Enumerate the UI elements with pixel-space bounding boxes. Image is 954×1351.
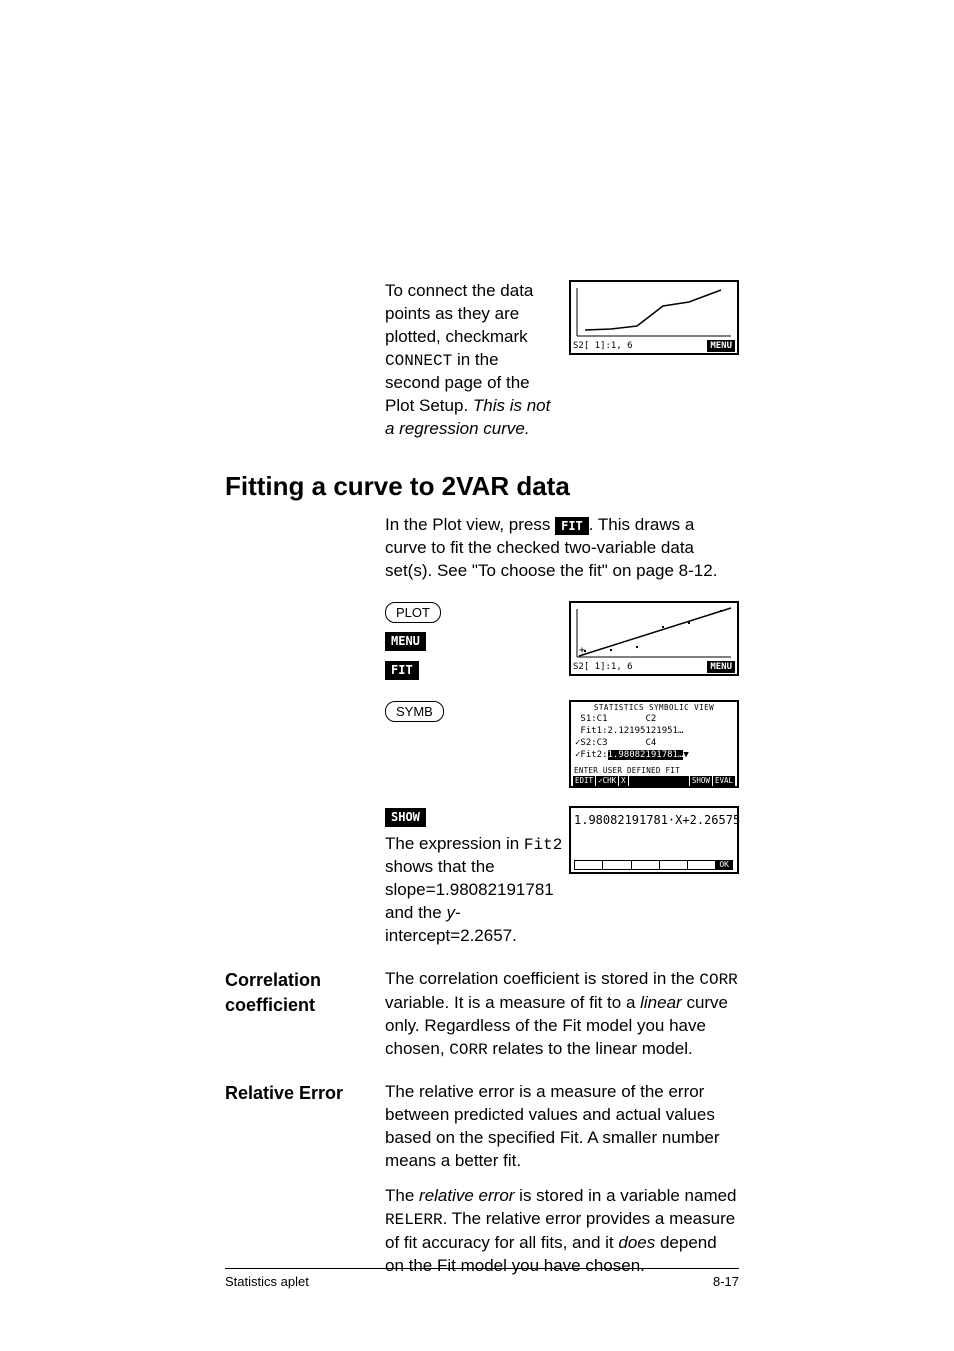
connect-paragraph: To connect the data points as they are p… (385, 280, 557, 441)
menu-softkey: MENU (707, 661, 735, 673)
text: The correlation coefficient is stored in… (385, 969, 699, 988)
softkey: X (619, 776, 628, 786)
text: ▼ (683, 750, 688, 760)
text: The (385, 1186, 419, 1205)
text: is stored in a variable named (514, 1186, 736, 1205)
screen-menubar: OK (575, 860, 733, 870)
y-italic: y (446, 903, 455, 922)
softkey: SHOW (690, 776, 712, 786)
does-italic: does (618, 1233, 655, 1252)
corr-code: CORR (699, 971, 737, 989)
plot-screen-fit: + S2[ 1]:1, 6 MENU (569, 601, 739, 676)
blank-softkey (659, 860, 688, 870)
symb-line: Fit1:2.12195121951… (571, 725, 737, 737)
fit2-code: Fit2 (524, 836, 562, 854)
blank-softkey (602, 860, 631, 870)
blank-softkey (574, 860, 603, 870)
show-softkey-icon: SHOW (385, 808, 426, 826)
screen-title: STATISTICS SYMBOLIC VIEW (571, 702, 737, 713)
page-footer: Statistics aplet 8-17 (225, 1268, 739, 1291)
correlation-body: The correlation coefficient is stored in… (385, 968, 739, 1061)
fit-softkey-icon: FIT (555, 517, 589, 535)
text: The expression in (385, 834, 524, 853)
text: variable. It is a measure of fit to a (385, 993, 640, 1012)
text: relates to the linear model. (488, 1039, 693, 1058)
blank-softkey (631, 860, 660, 870)
screen-menubar: EDIT ✓CHK X SHOW EVAL (573, 776, 735, 786)
menu-softkey-icon: MENU (385, 632, 426, 650)
text: The relative error is stored in a variab… (385, 1185, 739, 1277)
relative-error-italic: relative error (419, 1186, 514, 1205)
step2-keys: SYMB (385, 700, 569, 788)
softkey: EVAL (713, 776, 735, 786)
blank-softkey (687, 860, 716, 870)
linear-italic: linear (640, 993, 682, 1012)
ok-softkey: OK (715, 860, 733, 870)
svg-text:+: + (579, 645, 585, 656)
formula-screen: 1.98082191781·X+2.26575 OK (569, 806, 739, 874)
symb-line-highlighted: ✓Fit2:1.98082191781…▼ (571, 749, 737, 761)
fit-intro: In the Plot view, press FIT. This draws … (385, 514, 739, 583)
highlight: 1.98082191781… (608, 750, 684, 760)
screen-prompt: ENTER USER DEFINED FIT (574, 766, 680, 776)
text: To connect the data points as they are p… (385, 281, 533, 346)
text: The relative error is a measure of the e… (385, 1081, 739, 1173)
section-heading: Fitting a curve to 2VAR data (225, 469, 739, 504)
step3-text: SHOW The expression in Fit2 shows that t… (385, 806, 569, 948)
plot-status: S2[ 1]:1, 6 (573, 340, 633, 352)
menu-softkey: MENU (707, 340, 735, 352)
formula-text: 1.98082191781·X+2.26575 (574, 812, 740, 828)
relerr-code: RELERR (385, 1211, 443, 1229)
softkey: ✓CHK (596, 776, 618, 786)
symb-line: ✓S2:C3 C4 (571, 737, 737, 749)
relative-error-body: The relative error is a measure of the e… (385, 1081, 739, 1277)
text: shows that the slope=1.98082191781 and t… (385, 857, 554, 922)
text: In the Plot view, press (385, 515, 555, 534)
plot-key-icon: PLOT (385, 602, 441, 624)
fit-softkey-icon: FIT (385, 661, 419, 679)
softkey: EDIT (573, 776, 595, 786)
symb-line: S1:C1 C2 (571, 713, 737, 725)
symb-key-icon: SYMB (385, 701, 444, 723)
connect-code: CONNECT (385, 352, 452, 370)
text: ✓Fit2: (575, 750, 608, 760)
footer-left: Statistics aplet (225, 1273, 309, 1291)
symbolic-view-screen: STATISTICS SYMBOLIC VIEW S1:C1 C2 Fit1:2… (569, 700, 739, 788)
spacer (629, 776, 689, 786)
step1-keys: PLOT MENU FIT (385, 601, 569, 682)
corr-code: CORR (449, 1041, 487, 1059)
footer-right: 8-17 (713, 1273, 739, 1291)
relative-error-heading: Relative Error (225, 1081, 385, 1277)
correlation-heading: Correlation coefficient (225, 968, 385, 1061)
plot-screen-connected: S2[ 1]:1, 6 MENU (569, 280, 739, 355)
plot-status: S2[ 1]:1, 6 (573, 661, 633, 673)
